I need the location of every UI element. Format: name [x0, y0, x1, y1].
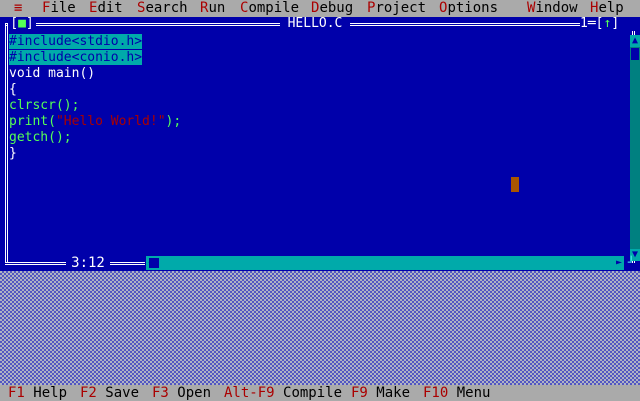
- window-number: 1: [580, 17, 588, 31]
- code-line-text: getch();: [9, 130, 72, 145]
- menu-project-label: roject: [375, 0, 427, 16]
- code-line: void main(): [9, 66, 181, 82]
- menu-bar: ≡ File Edit Search Run Compile Debug Pro…: [0, 0, 640, 17]
- menu-window-label: indow: [535, 0, 578, 16]
- shortcut-make[interactable]: F9 Make: [351, 385, 410, 401]
- code-line: {: [9, 82, 181, 98]
- code-line-text: {: [9, 82, 17, 97]
- menu-file[interactable]: File: [42, 0, 76, 17]
- shortcut-key: F1: [8, 385, 25, 401]
- menu-search-label: earch: [145, 0, 188, 16]
- menu-help-label: elp: [598, 0, 624, 16]
- shortcut-label: Help: [33, 385, 68, 401]
- text-cursor: [511, 177, 519, 192]
- menu-compile-label: ompile: [248, 0, 300, 16]
- shortcut-save[interactable]: F2 Save: [80, 385, 139, 401]
- menu-options-label: ptions: [447, 0, 499, 16]
- code-line-text: print(: [9, 114, 56, 129]
- code-line-text: #include<stdio.h>: [9, 34, 143, 49]
- close-icon: ■: [18, 17, 26, 31]
- editor-window: [■] HELLO.C 1═[↑] #include<stdio.h> #inc…: [0, 17, 640, 271]
- vertical-scroll-thumb[interactable]: [631, 48, 639, 60]
- resize-corner-icon[interactable]: ┘: [624, 256, 638, 270]
- menu-run[interactable]: Run: [200, 0, 225, 17]
- string-literal: "Hello World!": [55, 114, 166, 129]
- code-line: #include<stdio.h>: [9, 34, 181, 50]
- menu-debug-label: ebug: [319, 0, 354, 16]
- window-title: HELLO.C: [280, 17, 350, 31]
- shortcut-label: Save: [105, 385, 140, 401]
- window-frame-left: [5, 23, 8, 263]
- system-menu-icon: ≡: [14, 0, 23, 16]
- horizontal-scrollbar[interactable]: ◄ ►: [146, 256, 624, 270]
- shortcut-help[interactable]: F1 Help: [8, 385, 67, 401]
- code-line: getch();: [9, 130, 181, 146]
- shortcut-key: F2: [80, 385, 97, 401]
- menu-file-label: ile: [50, 0, 76, 16]
- menu-help[interactable]: Help: [590, 0, 624, 17]
- code-line-text: #include<conio.h>: [9, 50, 143, 65]
- code-line: clrscr();: [9, 98, 181, 114]
- vertical-scrollbar[interactable]: ▲ ▼: [630, 35, 640, 261]
- menu-options[interactable]: Options: [439, 0, 498, 17]
- shortcut-compile[interactable]: Alt-F9 Compile: [224, 385, 342, 401]
- shortcut-key: F3: [152, 385, 169, 401]
- shortcut-menu[interactable]: F10 Menu: [423, 385, 490, 401]
- zoom-icon[interactable]: ↑: [603, 17, 611, 31]
- scroll-right-arrow-icon[interactable]: ►: [614, 256, 624, 270]
- shortcut-key: F10: [423, 385, 449, 401]
- menu-edit-label: dit: [97, 0, 123, 16]
- code-editor[interactable]: #include<stdio.h> #include<conio.h> void…: [9, 34, 181, 162]
- menu-search[interactable]: Search: [137, 0, 188, 17]
- code-line: print("Hello World!");: [9, 114, 181, 130]
- shortcut-label: Menu: [456, 385, 491, 401]
- desktop-pattern: [0, 271, 640, 385]
- code-line: }: [9, 146, 181, 162]
- horizontal-scroll-thumb[interactable]: [149, 258, 159, 268]
- menu-run-label: un: [208, 0, 226, 16]
- code-line-text: }: [9, 146, 17, 161]
- window-number-zoom: 1═[↑]: [580, 17, 636, 31]
- shortcut-label: Compile: [283, 385, 343, 401]
- menu-edit[interactable]: Edit: [89, 0, 123, 17]
- shortcut-open[interactable]: F3 Open: [152, 385, 211, 401]
- shortcut-key: F9: [351, 385, 368, 401]
- shortcut-key: Alt-F9: [224, 385, 275, 401]
- shortcut-label: Make: [376, 385, 411, 401]
- code-line-text: void main(): [9, 66, 96, 81]
- code-line: #include<conio.h>: [9, 50, 181, 66]
- menu-debug[interactable]: Debug: [311, 0, 353, 17]
- close-button[interactable]: [■]: [8, 17, 36, 31]
- menu-compile[interactable]: Compile: [240, 0, 299, 17]
- menu-project[interactable]: Project: [367, 0, 426, 17]
- cursor-position: 3:12: [66, 256, 110, 271]
- code-line-text: );: [165, 114, 182, 129]
- scroll-up-arrow-icon[interactable]: ▲: [630, 35, 640, 47]
- shortcut-label: Open: [177, 385, 212, 401]
- system-menu[interactable]: ≡: [14, 0, 22, 17]
- code-line-text: clrscr();: [9, 98, 80, 113]
- status-bar: F1 Help F2 Save F3 Open Alt-F9 Compile F…: [0, 385, 640, 401]
- menu-window[interactable]: Window: [527, 0, 578, 17]
